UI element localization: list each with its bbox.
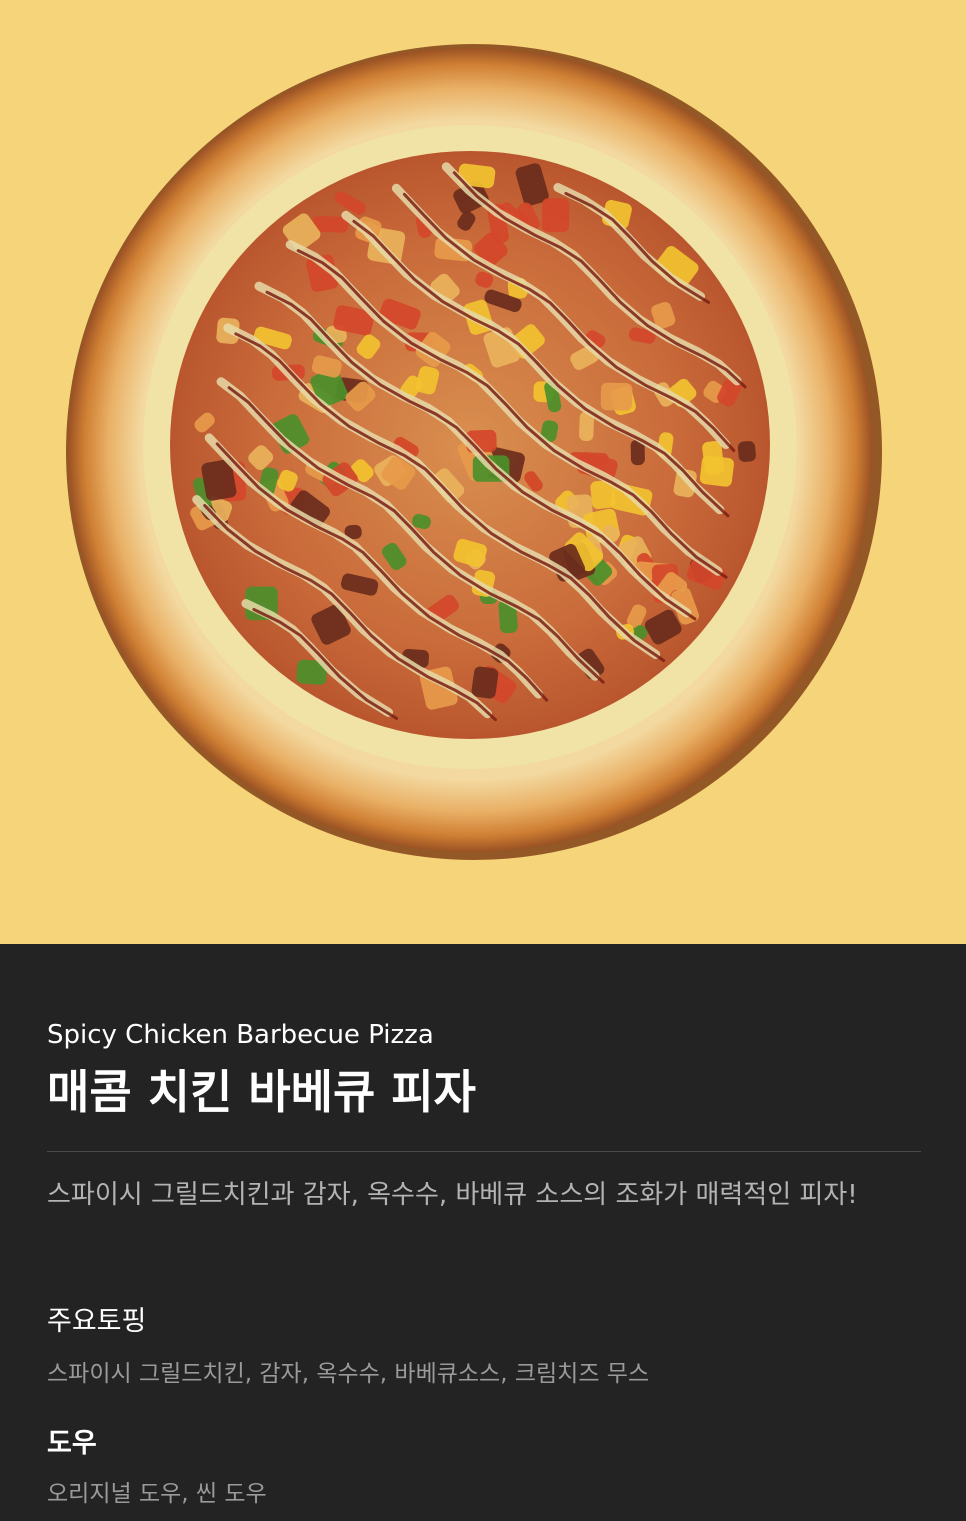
- product-image-area: [0, 0, 966, 944]
- product-name-korean: 매콤 치킨 바베큐 피자: [47, 1065, 476, 1119]
- product-info-panel: Spicy Chicken Barbecue Pizza 매콤 치킨 바베큐 피…: [0, 944, 966, 1521]
- product-name-english: Spicy Chicken Barbecue Pizza: [47, 1020, 434, 1050]
- divider: [47, 1151, 921, 1152]
- toppings-value: 스파이시 그릴드치킨, 감자, 옥수수, 바베큐소스, 크림치즈 무스: [47, 1361, 650, 1387]
- dough-label: 도우: [47, 1428, 97, 1459]
- toppings-label: 주요토핑: [47, 1306, 147, 1337]
- pizza-image: [66, 44, 882, 860]
- dough-value: 오리지널 도우, 씬 도우: [47, 1481, 267, 1507]
- product-description: 스파이시 그릴드치킨과 감자, 옥수수, 바베큐 소스의 조화가 매력적인 피자…: [47, 1180, 858, 1210]
